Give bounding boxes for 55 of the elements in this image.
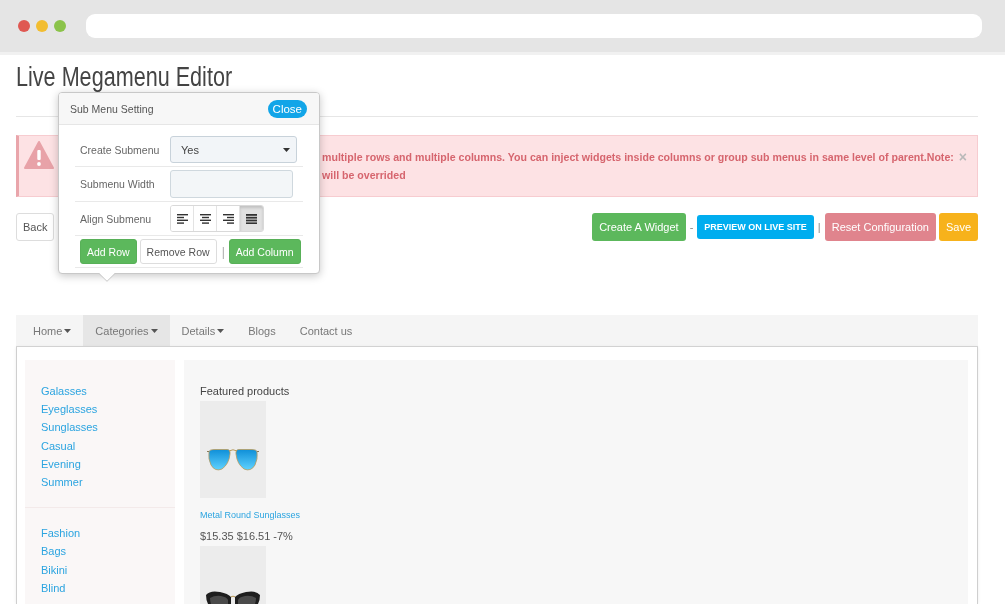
menu-item[interactable]: Home xyxy=(21,315,84,346)
separator: | xyxy=(221,244,225,259)
sunglasses-icon xyxy=(205,590,261,604)
product-price: $15.35 xyxy=(200,529,234,544)
sunglasses-icon xyxy=(206,448,260,472)
category-link[interactable]: Casual xyxy=(41,436,76,455)
align-button[interactable] xyxy=(240,206,263,231)
align-button[interactable] xyxy=(171,206,194,231)
warning-icon xyxy=(24,140,54,170)
align-left-icon xyxy=(176,213,188,224)
category-link[interactable]: Sunglasses xyxy=(41,418,98,437)
input-field[interactable] xyxy=(170,170,293,198)
separator: - xyxy=(689,221,694,233)
reset-button[interactable]: Reset Configuration xyxy=(824,213,936,241)
page-title: Live Megamenu Editor xyxy=(16,65,233,90)
close-button[interactable]: × xyxy=(958,150,967,164)
create-widget-button[interactable]: Create A Widget xyxy=(592,213,686,241)
back-button[interactable]: Back xyxy=(16,213,55,241)
separator: | xyxy=(817,221,821,233)
add-button[interactable]: Add Column xyxy=(228,239,301,264)
field-label: Create Submenu xyxy=(80,143,161,156)
window-close-icon[interactable] xyxy=(18,20,30,32)
close-button[interactable]: Close xyxy=(267,99,307,118)
category-link[interactable]: Evening xyxy=(41,454,81,473)
field-label: Align Submenu xyxy=(80,212,153,225)
window-maximize-icon[interactable] xyxy=(54,20,66,32)
product-photo[interactable] xyxy=(200,546,266,604)
category-link[interactable]: Bags xyxy=(41,542,67,561)
section-heading: Featured products xyxy=(200,384,290,399)
old-price: $16.51 xyxy=(236,529,271,544)
menu-item[interactable]: Contact us xyxy=(287,315,365,346)
align-center-icon xyxy=(199,213,211,224)
category-link[interactable]: Summer xyxy=(41,473,83,492)
category-link[interactable]: Eyeglasses xyxy=(41,400,98,419)
alert-text: will be overrided xyxy=(322,168,406,183)
remove-button[interactable]: Remove Row xyxy=(139,239,217,264)
product-link[interactable]: Metal Round Sunglasses xyxy=(200,508,301,522)
field-label: Submenu Width xyxy=(80,178,156,190)
menu-item[interactable]: Details xyxy=(169,315,237,346)
save-button[interactable]: Save xyxy=(938,213,978,241)
align-right-icon xyxy=(222,213,234,224)
popover-title: Sub Menu Setting xyxy=(70,102,154,115)
caret-icon xyxy=(283,147,290,152)
select-field[interactable]: Yes xyxy=(170,136,297,163)
discount-label: -7% xyxy=(273,529,293,544)
preview-button[interactable]: PREVIEW ON LIVE SITE xyxy=(697,215,814,239)
category-link[interactable]: Galasses xyxy=(41,382,87,401)
add-button[interactable]: Add Row xyxy=(80,239,137,264)
align-justify-icon xyxy=(246,213,257,224)
category-link[interactable]: Fashion xyxy=(41,524,81,543)
alert-text: multiple rows and multiple columns. You can inject widgets inside columns or group sub menus in same level of parent.Note: xyxy=(322,150,954,165)
menu-item[interactable]: Categories xyxy=(83,315,170,346)
category-link[interactable]: Bikini xyxy=(41,560,68,579)
category-link[interactable]: Blind xyxy=(41,578,66,598)
menu-item[interactable]: Blogs xyxy=(236,315,288,346)
